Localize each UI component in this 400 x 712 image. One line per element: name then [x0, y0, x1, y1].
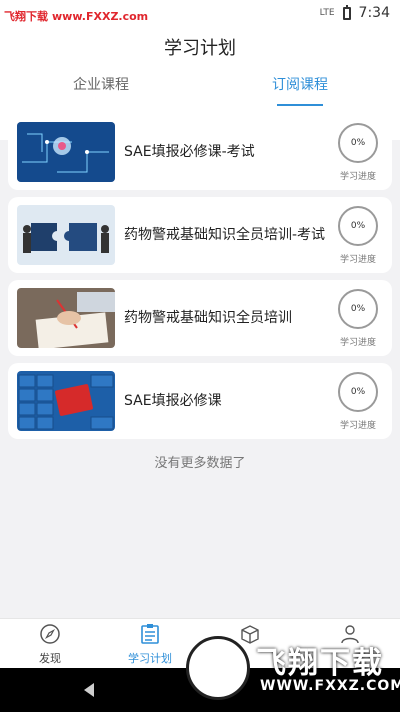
watermark-site: 飞翔下载: [4, 10, 48, 23]
clipboard-list-icon: [141, 624, 159, 644]
course-card[interactable]: 药物警戒基础知识全员培训 0% 学习进度: [8, 280, 392, 356]
watermark-banner: 飞翔下载 www.FXXZ.com: [4, 7, 149, 25]
progress-ring: 0%: [338, 206, 378, 246]
nav-label: 学习计划: [128, 652, 172, 665]
status-bar: 飞翔下载 www.FXXZ.com LTE 7:34: [0, 0, 400, 28]
watermark-logo-text: 飞翔下载: [256, 646, 384, 681]
status-icons: LTE 7:34: [319, 4, 390, 21]
course-thumbnail: [17, 205, 115, 265]
battery-icon: [342, 4, 351, 20]
online-learning-keyboard-image: [17, 371, 115, 431]
progress-label: 学习进度: [339, 255, 376, 265]
signal-icon: LTE: [319, 8, 335, 18]
tab-enterprise-courses[interactable]: 企业课程: [73, 74, 129, 94]
tab-bar: 企业课程 订阅课程: [0, 74, 400, 106]
compass-icon: [40, 624, 60, 644]
progress-ring: 0%: [338, 123, 378, 163]
course-title: 药物警戒基础知识全员培训-考试: [124, 226, 326, 243]
watermark-logo-url: WWW.FXXZ.COM: [260, 678, 400, 694]
course-thumbnail: [17, 371, 115, 431]
progress-ring: 0%: [338, 372, 378, 412]
writing-notebook-image: [17, 288, 115, 348]
course-card[interactable]: SAE填报必修课 0% 学习进度: [8, 363, 392, 439]
watermark-logo-icon: [186, 636, 250, 700]
course-card[interactable]: 药物警戒基础知识全员培训-考试 0% 学习进度: [8, 197, 392, 273]
watermark-url: www.FXXZ.com: [52, 9, 149, 23]
course-thumbnail: [17, 288, 115, 348]
nav-label: 发现: [39, 652, 61, 665]
circuit-brain-image: [17, 122, 115, 182]
course-thumbnail: [17, 122, 115, 182]
page-title: 学习计划: [164, 38, 236, 59]
progress-label: 学习进度: [339, 172, 376, 182]
progress-label: 学习进度: [339, 421, 376, 431]
no-more-data-message: 没有更多数据了: [154, 456, 246, 471]
tab-subscribed-courses[interactable]: 订阅课程: [272, 74, 328, 94]
back-triangle-icon[interactable]: [82, 682, 96, 698]
course-title: SAE填报必修课: [124, 392, 222, 409]
nav-study-plan[interactable]: 学习计划: [110, 619, 190, 669]
clock: 7:34: [358, 5, 390, 21]
course-title: 药物警戒基础知识全员培训: [124, 309, 292, 326]
active-tab-indicator: [277, 104, 323, 106]
course-card[interactable]: SAE填报必修课-考试 0% 学习进度: [8, 114, 392, 190]
nav-discover[interactable]: 发现: [10, 619, 90, 669]
puzzle-people-image: [17, 205, 115, 265]
course-title: SAE填报必修课-考试: [124, 143, 255, 160]
progress-ring: 0%: [338, 289, 378, 329]
progress-label: 学习进度: [339, 338, 376, 348]
watermark-logo: 飞翔下载 WWW.FXXZ.COM: [182, 632, 400, 712]
